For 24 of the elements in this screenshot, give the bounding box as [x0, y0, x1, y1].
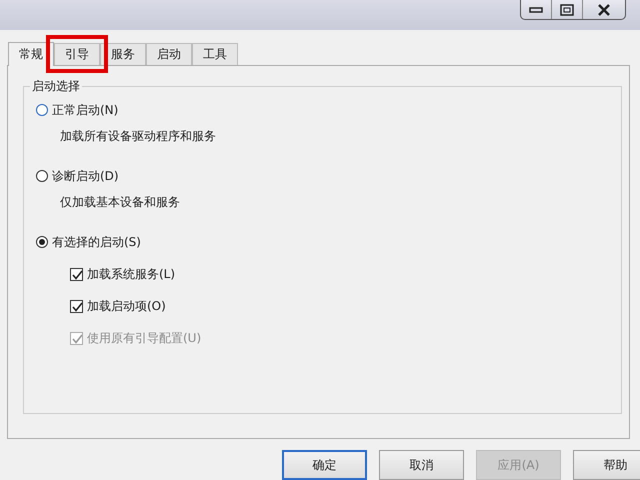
- tab[interactable]: 工具: [192, 43, 238, 65]
- radio-label: 诊断启动(D): [52, 168, 119, 184]
- checkbox[interactable]: [70, 300, 83, 312]
- maximize-icon: [560, 4, 574, 16]
- dialog-button[interactable]: 确定: [282, 450, 367, 480]
- group-title: 启动选择: [30, 78, 82, 95]
- radio-button[interactable]: [36, 170, 48, 182]
- tab[interactable]: 常规: [8, 42, 54, 66]
- tab[interactable]: 启动: [146, 43, 192, 65]
- radio-button[interactable]: [36, 104, 48, 116]
- radio-label: 正常启动(N): [52, 102, 118, 118]
- checkbox-label: 加载系统服务(L): [87, 266, 176, 282]
- checkbox-label: 使用原有引导配置(U): [87, 330, 202, 346]
- option-description: 加载所有设备驱动程序和服务: [60, 128, 217, 145]
- checkbox[interactable]: [70, 268, 83, 280]
- tab[interactable]: 服务: [100, 43, 146, 65]
- radio-button[interactable]: [36, 236, 48, 248]
- radio-label: 有选择的启动(S): [52, 234, 141, 250]
- checkbox-label: 加载启动项(O): [87, 298, 166, 314]
- option-description: 仅加载基本设备和服务: [60, 194, 181, 211]
- dialog-button[interactable]: 帮助: [573, 450, 640, 480]
- dialog-button[interactable]: 取消: [379, 450, 464, 480]
- minimize-icon: [529, 6, 543, 12]
- close-icon: [597, 4, 611, 16]
